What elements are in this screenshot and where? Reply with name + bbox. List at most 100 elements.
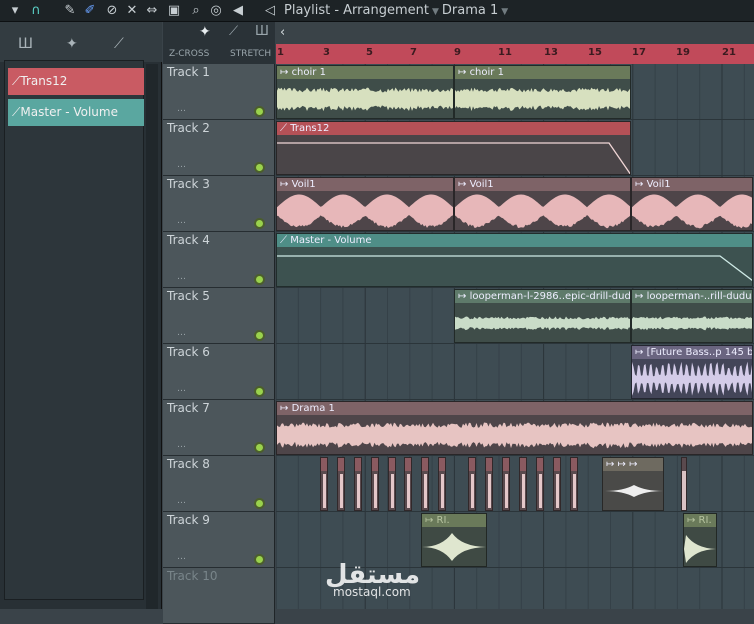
track-led[interactable] [254,442,265,453]
more-icon[interactable]: … [177,384,186,394]
stretch-toggle[interactable]: STRETCH [230,49,271,59]
audio-clip[interactable] [553,457,561,511]
piano-roll-icon[interactable]: Ш [18,36,33,52]
delete-icon[interactable]: ⊘ [104,2,120,19]
more-icon[interactable]: … [177,328,186,338]
audio-clip[interactable] [354,457,362,511]
audio-clip[interactable] [536,457,544,511]
audio-clip[interactable] [371,457,379,511]
waveform-shape [632,194,752,229]
picker-item-trans12[interactable]: ⟋Trans12 [8,68,144,95]
more-icon[interactable]: … [177,496,186,506]
track-header[interactable]: Track 6… [163,344,275,400]
audio-clip[interactable] [388,457,396,511]
zoom-icon[interactable]: ⌕ [188,2,204,19]
track-header[interactable]: Track 1… [163,64,275,120]
more-icon[interactable]: … [177,552,186,562]
track-header[interactable]: Track 5… [163,288,275,344]
track-row[interactable]: ↦ Drama 1 [276,400,754,456]
track-row[interactable]: ↦ looperman-l-2986..epic-drill-duduk ↦ l… [276,288,754,344]
audio-clip[interactable]: ↦ choir 1 [454,65,631,119]
playback-icon[interactable]: ◎ [208,2,224,19]
timeline-tick: 3 [323,47,330,58]
track-header[interactable]: Track 4… [163,232,275,288]
track-led[interactable] [254,554,265,565]
track-row[interactable]: ⟋ Trans12 [276,120,754,176]
audio-clip[interactable] [519,457,527,511]
chevron-down-icon[interactable]: ▼ [432,7,439,17]
pattern-name[interactable]: Drama 1 [442,3,498,18]
audio-clip[interactable] [404,457,412,511]
track-row[interactable]: ↦ [Future Bass..p 145 bpm [276,344,754,400]
track-row[interactable]: ↦ Voil1 ↦ Voil1 ↦ Voil1 [276,176,754,232]
audio-wave-icon[interactable]: ✦ [199,24,211,40]
track-led[interactable] [254,386,265,397]
track-led[interactable] [254,106,265,117]
track-led[interactable] [254,330,265,341]
track-led[interactable] [254,498,265,509]
automation-clip[interactable]: ⟋ Trans12 [276,121,631,175]
zcross-toggle[interactable]: Z-CROSS [169,49,209,59]
audio-clip[interactable] [320,457,328,511]
clip-label [372,458,378,471]
audio-clip[interactable]: ↦ Voil1 [276,177,454,231]
slip-icon[interactable]: ⇔ [144,2,160,19]
magnet-icon[interactable]: ∩ [28,2,44,19]
track-led[interactable] [254,162,265,173]
chevron-left-icon[interactable]: ‹ [280,25,285,40]
picker-scrollbar[interactable] [146,64,158,609]
automation-clip[interactable]: ⟋ Master - Volume [276,233,753,287]
track-row[interactable]: ⟋ Master - Volume [276,232,754,288]
more-icon[interactable]: … [177,104,186,114]
more-icon[interactable]: … [177,272,186,282]
audio-clip[interactable] [438,457,446,511]
audio-clip[interactable] [421,457,429,511]
track-header[interactable]: Track 9… [163,512,275,568]
audio-clip[interactable]: ↦ looperman-..rill-duduk [631,289,753,343]
audio-clip[interactable]: ↦ Voil1 [454,177,631,231]
audio-clip-icon[interactable]: ✦ [66,36,78,52]
picker-item-master-volume[interactable]: ⟋Master - Volume [8,99,144,126]
track-header[interactable]: Track 7… [163,400,275,456]
track-header[interactable]: Track 3… [163,176,275,232]
track-header[interactable]: Track 8… [163,456,275,512]
track-row[interactable]: ↦ ↦ ↦ [276,456,754,512]
piano-roll-icon[interactable]: Ш [255,24,269,39]
track-header[interactable]: Track 10 [163,568,275,624]
menu-arrow-icon[interactable]: ▾ [8,2,22,19]
mute-icon[interactable]: ✕ [124,2,140,19]
audio-clip[interactable] [681,457,687,511]
audio-clip[interactable]: ↦ Drama 1 [276,401,753,455]
audio-clip[interactable] [337,457,345,511]
more-icon[interactable]: … [177,216,186,226]
chevron-down-icon[interactable]: ▼ [501,7,508,17]
audio-clip[interactable] [502,457,510,511]
track-header[interactable]: Track 2… [163,120,275,176]
audio-clip[interactable]: ↦ choir 1 [276,65,454,119]
more-icon[interactable]: … [177,440,186,450]
track-led[interactable] [254,218,265,229]
select-icon[interactable]: ▣ [166,2,182,19]
clip-waveform [684,527,716,566]
speaker-icon[interactable]: ◀ [230,2,246,19]
track-row[interactable]: ↦ choir 1 ↦ choir 1 [276,64,754,120]
audio-clip[interactable]: ↦ [Future Bass..p 145 bpm [631,345,753,399]
clip-label [405,458,411,471]
audio-clip[interactable]: ↦ RI. [683,513,717,567]
audio-clip[interactable]: ↦ looperman-l-2986..epic-drill-duduk [454,289,631,343]
audio-clip[interactable]: ↦ Voil1 [631,177,753,231]
audio-clip[interactable] [468,457,476,511]
track-led[interactable] [254,274,265,285]
automation-icon[interactable]: ⟋ [114,36,124,52]
more-icon[interactable]: … [177,160,186,170]
draw-icon[interactable]: ✎ [62,2,78,19]
audio-clip[interactable]: ↦ ↦ ↦ [602,457,664,511]
audio-clip[interactable]: ↦ RI. [421,513,487,567]
audio-clip[interactable] [485,457,493,511]
audio-clip[interactable] [570,457,578,511]
clip-waveform [539,474,542,508]
timeline-ruler[interactable]: 1 3 5 7 9 11 13 15 17 19 21 [276,44,754,64]
playlist-grid[interactable]: ↦ choir 1 ↦ choir 1 ⟋ Trans12 ↦ Voil1 ↦ … [276,64,754,609]
automation-icon[interactable]: ⟋ [229,24,238,39]
paint-icon[interactable]: ✐ [82,2,98,19]
